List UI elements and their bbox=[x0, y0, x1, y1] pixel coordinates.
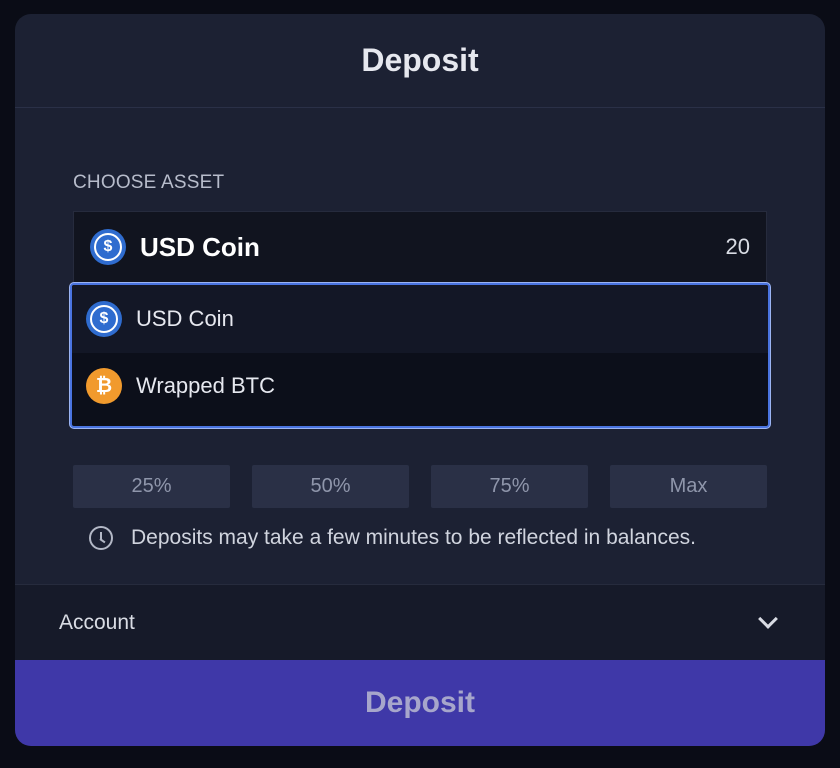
max-button[interactable]: Max bbox=[610, 465, 767, 508]
percent-75-button[interactable]: 75% bbox=[431, 465, 588, 508]
percent-25-button[interactable]: 25% bbox=[73, 465, 230, 508]
percent-50-button[interactable]: 50% bbox=[252, 465, 409, 508]
usdc-icon: $ bbox=[86, 301, 122, 337]
asset-option-label: USD Coin bbox=[136, 306, 234, 331]
notice-text: Deposits may take a few minutes to be re… bbox=[131, 526, 696, 549]
selected-asset-name: USD Coin bbox=[140, 231, 260, 262]
modal-title: Deposit bbox=[361, 42, 479, 78]
btc-icon: ₿ bbox=[86, 368, 122, 404]
usdc-icon: $ bbox=[90, 229, 126, 265]
clock-icon bbox=[89, 526, 113, 550]
asset-select[interactable]: $ USD Coin 20 bbox=[73, 211, 767, 283]
deposit-notice: Deposits may take a few minutes to be re… bbox=[89, 526, 696, 550]
chevron-down-icon bbox=[758, 608, 778, 629]
modal-header: Deposit bbox=[15, 14, 825, 108]
asset-option-label: Wrapped BTC bbox=[136, 373, 275, 398]
selected-asset-balance: 20 bbox=[725, 234, 750, 259]
deposit-button[interactable]: Deposit bbox=[15, 660, 825, 746]
choose-asset-label: CHOOSE ASSET bbox=[73, 172, 225, 193]
asset-option-usd-coin[interactable]: $ USD Coin bbox=[72, 285, 768, 353]
deposit-modal: Deposit CHOOSE ASSET $ USD Coin 20 $ USD… bbox=[15, 14, 825, 746]
percent-button-row: 25% 50% 75% Max bbox=[73, 465, 767, 508]
asset-dropdown: $ USD Coin ₿ Wrapped BTC bbox=[70, 283, 770, 428]
account-section-toggle[interactable]: Account bbox=[15, 584, 825, 660]
account-label: Account bbox=[59, 610, 135, 634]
asset-option-wrapped-btc[interactable]: ₿ Wrapped BTC bbox=[72, 353, 768, 419]
